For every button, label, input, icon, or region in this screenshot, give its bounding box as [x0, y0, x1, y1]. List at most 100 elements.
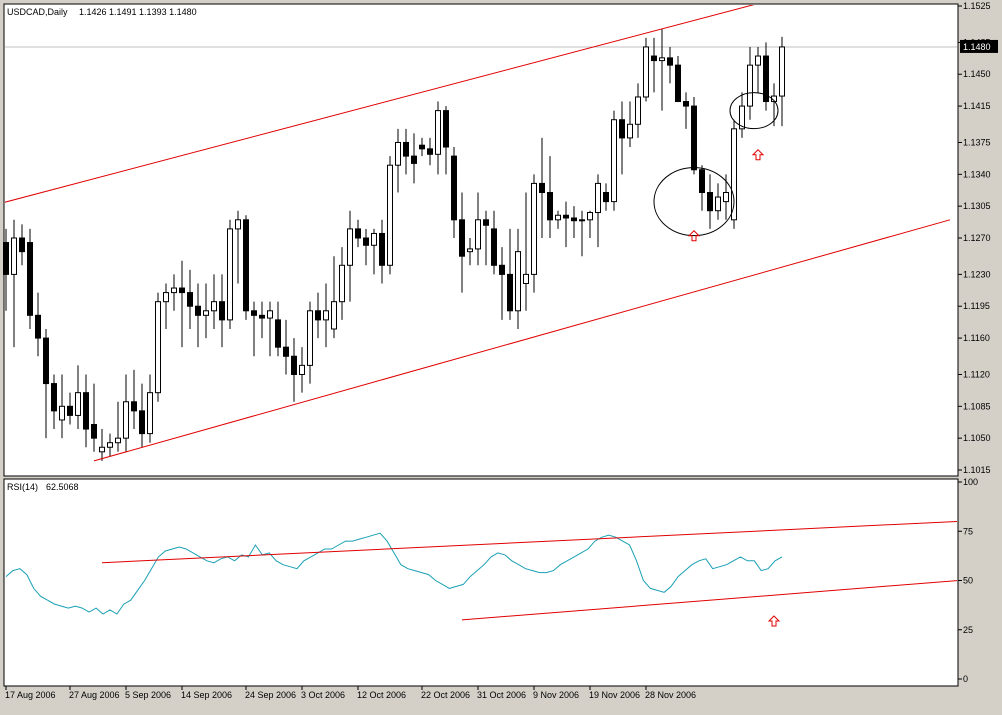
candle-body-up: [723, 192, 729, 203]
candle-body-down: [195, 305, 201, 316]
candle-body-up: [595, 182, 601, 214]
candle-body-down: [419, 144, 425, 150]
candle-body-up: [531, 182, 537, 275]
candle-body-up: [347, 228, 353, 266]
candle-body-up: [203, 310, 209, 316]
candle-body-down: [539, 182, 545, 194]
rsi-panel: [3, 478, 959, 687]
chart-window: 1.15251.14851.14501.14151.13751.13401.13…: [0, 0, 1002, 710]
time-tick-label: 17 Aug 2006: [5, 690, 56, 700]
candle-body-down: [699, 169, 705, 194]
time-tick-label: 22 Oct 2006: [421, 690, 470, 700]
candle-body-down: [275, 319, 281, 348]
candle-body-up: [331, 301, 337, 330]
candle-body-up: [163, 292, 169, 303]
candle-body-up: [747, 64, 753, 107]
time-tick-label: 3 Oct 2006: [301, 690, 345, 700]
price-tick-label: 1.1085: [963, 401, 991, 411]
chart-ohlc: 1.1426 1.1491 1.1393 1.1480: [79, 7, 197, 17]
candle-body-down: [603, 192, 609, 203]
candle-body-up: [371, 232, 377, 246]
candle-body-down: [315, 310, 321, 321]
candle-body-up: [323, 310, 329, 321]
price-tick-label: 1.1450: [963, 69, 991, 79]
candle-body-down: [27, 242, 33, 316]
candle-body-down: [507, 273, 513, 312]
candle-body-up: [643, 46, 649, 98]
candle-body-up: [755, 55, 761, 66]
candle-body-down: [619, 119, 625, 139]
candle-body-up: [467, 248, 473, 253]
candle-body-up: [211, 301, 217, 312]
candle-body-down: [403, 141, 409, 157]
candle-body-down: [179, 287, 185, 294]
candle-body-down: [283, 346, 289, 357]
price-tick-label: 1.1415: [963, 101, 991, 111]
candle-body-down: [139, 410, 145, 435]
rsi-title: RSI(14): [7, 482, 38, 492]
candle-body-up: [11, 237, 17, 275]
candle-body-up: [235, 219, 241, 230]
candle-body-down: [19, 237, 25, 253]
candle-body-down: [691, 105, 697, 171]
candle-body-up: [587, 212, 593, 221]
candle-body-down: [67, 405, 73, 416]
candle-body-up: [579, 219, 585, 222]
current-price-label: 1.1480: [960, 39, 998, 53]
candle-body-down: [83, 392, 89, 430]
candle-body-down: [491, 228, 497, 266]
candle-body-up: [635, 96, 641, 125]
candle-body-down: [651, 55, 657, 62]
candle-body-down: [187, 292, 193, 307]
candle-body-down: [483, 219, 489, 226]
chart-svg: 1.15251.14851.14501.14151.13751.13401.13…: [0, 0, 1002, 710]
candle-body-up: [267, 310, 273, 319]
candle-body-down: [459, 219, 465, 257]
price-tick-label: 1.1120: [963, 369, 990, 379]
price-tick-label: 1.1340: [963, 169, 991, 179]
candle-body-down: [43, 337, 49, 385]
time-tick-label: 12 Oct 2006: [357, 690, 406, 700]
rsi-tick-label: 0: [963, 674, 968, 684]
candle-body-down: [251, 310, 257, 316]
candle-body-down: [547, 192, 553, 221]
candle-body-down: [451, 155, 457, 221]
time-tick-label: 9 Nov 2006: [533, 690, 579, 700]
price-tick-label: 1.1305: [963, 201, 991, 211]
time-tick-label: 14 Sep 2006: [181, 690, 232, 700]
candle-body-up: [75, 392, 81, 416]
rsi-tick-label: 25: [963, 625, 973, 635]
candle-body-up: [227, 228, 233, 321]
candle-body-up: [155, 301, 161, 394]
price-axis: 1.15251.14851.14501.14151.13751.13401.13…: [958, 1, 991, 475]
candle-body-down: [667, 57, 673, 66]
price-tick-label: 1.1375: [963, 137, 991, 147]
price-tick-label: 1.1270: [963, 233, 991, 243]
candle-body-up: [123, 401, 129, 439]
price-tick-label: 1.1195: [963, 301, 990, 311]
candle-body-down: [355, 228, 361, 239]
candle-body-up: [515, 251, 521, 312]
candle-body-up: [115, 437, 121, 444]
price-tick-label: 1.1015: [963, 465, 991, 475]
candle-body-down: [571, 217, 577, 222]
time-tick-label: 5 Sep 2006: [125, 690, 171, 700]
candle-body-up: [307, 310, 313, 366]
time-tick-label: 24 Sep 2006: [245, 690, 296, 700]
candle-body-down: [219, 301, 225, 321]
price-tick-label: 1.1050: [963, 433, 991, 443]
candle-body-down: [51, 383, 57, 412]
candle-body-up: [339, 264, 345, 303]
time-tick-label: 19 Nov 2006: [589, 690, 640, 700]
candle-body-down: [259, 314, 265, 319]
candle-body-down: [363, 237, 369, 246]
current-price-text: 1.1480: [963, 42, 991, 52]
candle-body-down: [291, 355, 297, 375]
time-tick-label: 31 Oct 2006: [477, 690, 526, 700]
candle-body-up: [627, 123, 633, 139]
candle-body-down: [427, 148, 433, 155]
candle-body-down: [675, 64, 681, 103]
price-tick-label: 1.1230: [963, 269, 991, 279]
candle-body-down: [3, 242, 9, 275]
candle-body-up: [779, 46, 785, 97]
